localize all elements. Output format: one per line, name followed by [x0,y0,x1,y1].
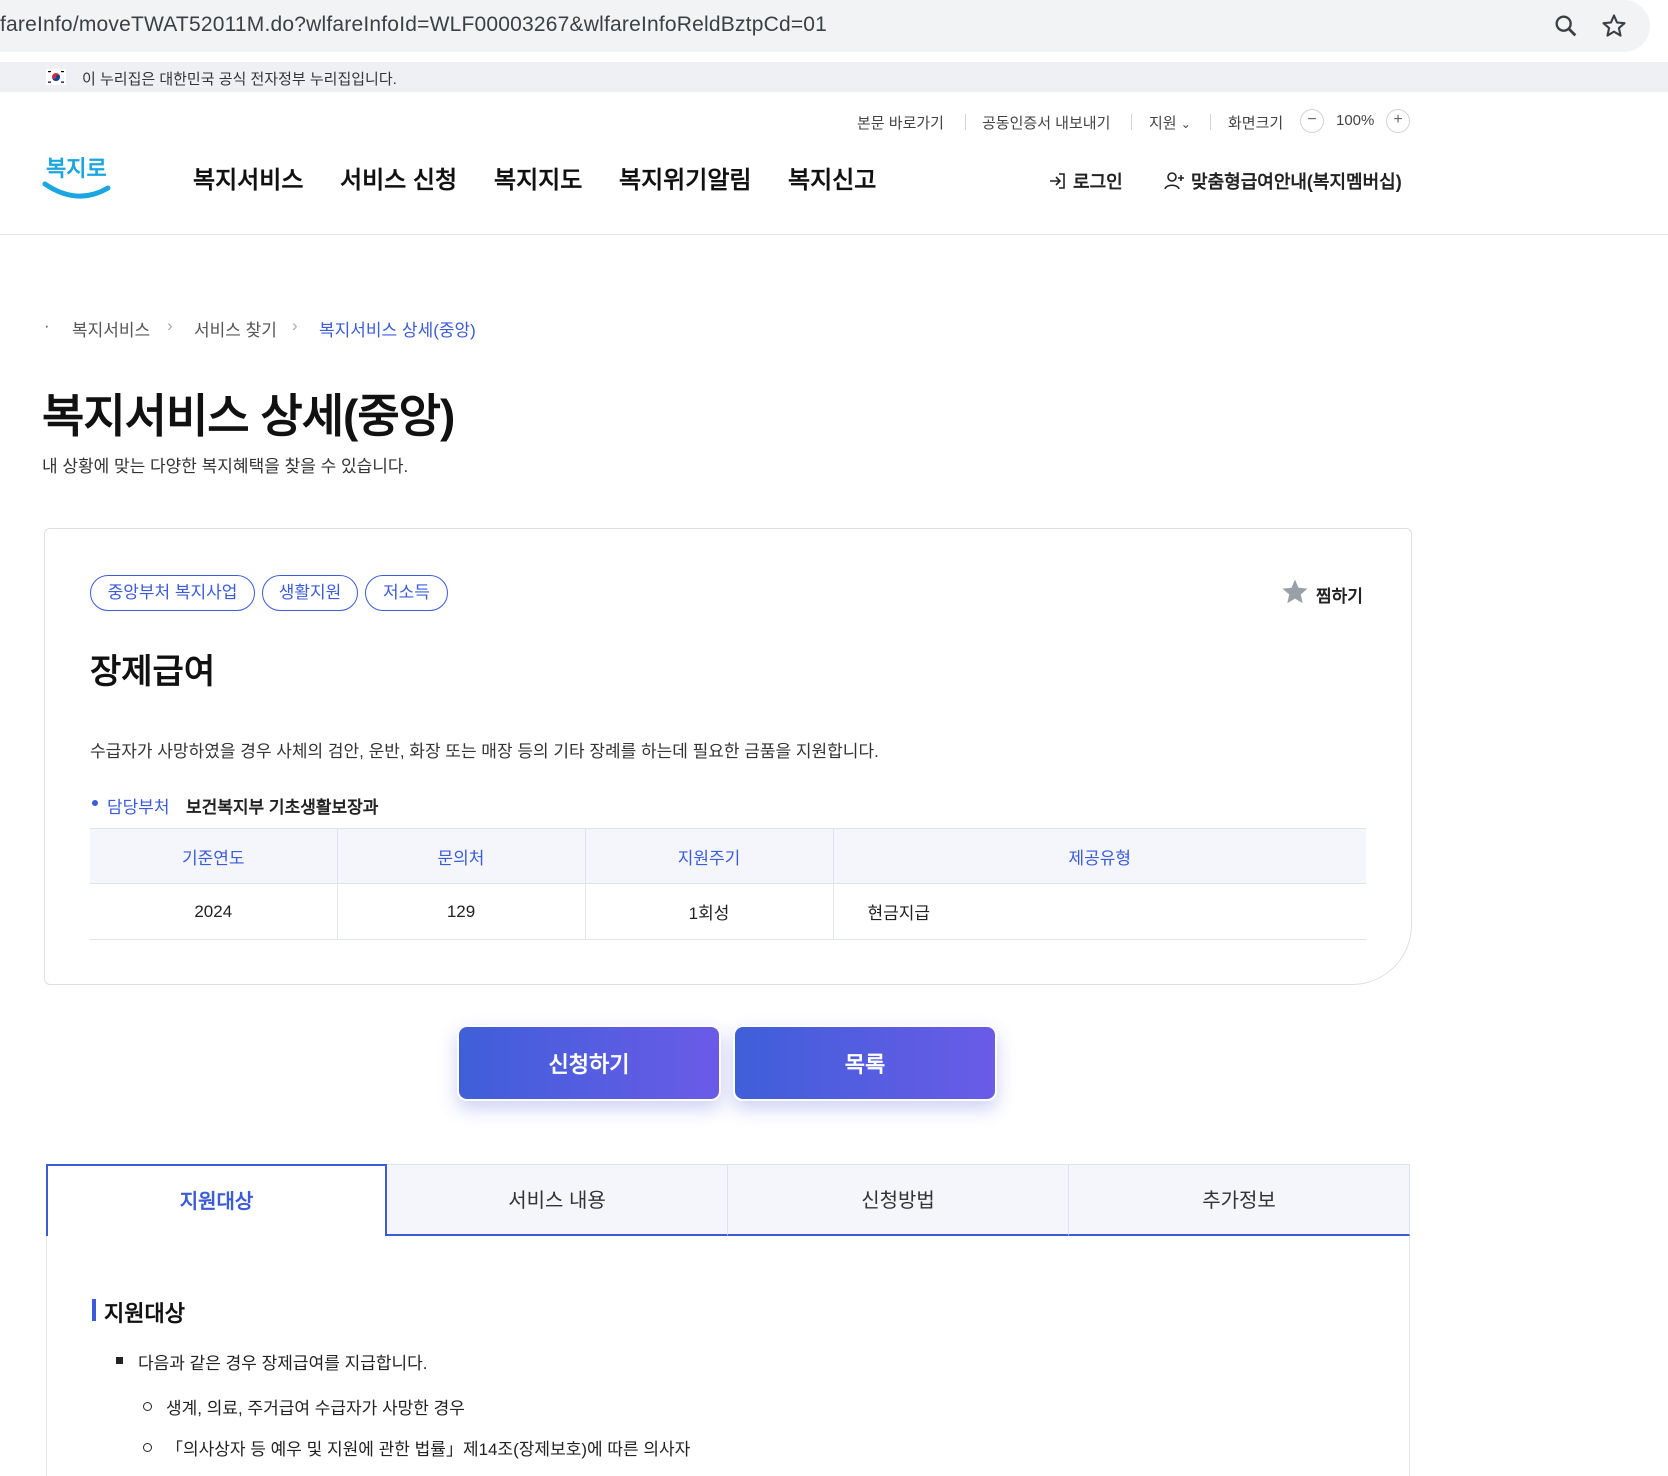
cell-year: 2024 [90,883,338,940]
cell-contact: 129 [337,883,586,940]
tag-central-ministry[interactable]: 중앙부처 복지사업 [90,575,255,611]
browser-toolbar: fareInfo/moveTWAT52011M.do?wlfareInfoId=… [0,0,1668,56]
page-subtitle: 내 상황에 맞는 다양한 복지혜택을 찾을 수 있습니다. [42,457,409,476]
bookmark-star-icon[interactable] [1600,12,1628,40]
detail-tabs: 지원대상 서비스 내용 신청방법 추가정보 [46,1164,1410,1236]
col-header-type: 제공유형 [833,828,1366,884]
header-divider [0,234,1668,235]
logo-text: 복지로 [46,157,107,182]
col-header-cycle: 지원주기 [585,828,834,884]
page-title: 복지서비스 상세(중앙) [42,390,455,442]
cell-cycle: 1회성 [585,883,834,940]
service-info-table: 기준연도 문의처 지원주기 제공유형 2024 129 1회성 현금지급 [90,828,1366,940]
service-title: 장제급여 [90,653,216,691]
gov-banner: 이 누리집은 대한민국 공식 전자정부 누리집입니다. [0,62,1668,92]
gnb-welfare-report[interactable]: 복지신고 [788,160,876,195]
gov-banner-text: 이 누리집은 대한민국 공식 전자정부 누리집입니다. [82,71,397,88]
eligibility-sub-item: 생계, 의료, 주거급여 수급자가 사망한 경우 [166,1399,465,1418]
breadcrumb-item-welfare[interactable]: 복지서비스 [72,316,150,341]
divider [1131,114,1132,130]
tag-living-support[interactable]: 생활지원 [262,575,358,611]
breadcrumb-item-current: 복지서비스 상세(중앙) [319,321,476,340]
zoom-out-button[interactable]: − [1300,109,1324,133]
tab-service-content[interactable]: 서비스 내용 [387,1164,728,1236]
tab-eligibility[interactable]: 지원대상 [46,1164,387,1236]
tab-how-to-apply[interactable]: 신청방법 [728,1164,1069,1236]
korea-flag-icon [46,69,66,85]
membership-label: 맞춤형급여안내(복지멤버십) [1191,172,1402,192]
dept-value: 보건복지부 기초생활보장과 [186,798,379,817]
bullet-square [116,1357,123,1364]
zoom-value: 100% [1336,112,1375,129]
membership-link[interactable]: 맞춤형급여안내(복지멤버십) [1164,168,1402,194]
bullet-circle [143,1402,152,1411]
cell-type: 현금지급 [833,883,1366,940]
gnb-welfare-map[interactable]: 복지지도 [494,160,582,195]
eligibility-bullet: 다음과 같은 경우 장제급여를 지급합니다. [138,1354,428,1373]
zoom-label: 화면크기 [1228,115,1284,132]
gnb-welfare-service[interactable]: 복지서비스 [193,160,303,195]
col-header-contact: 문의처 [337,828,586,884]
breadcrumb-home-dot: · [44,316,50,335]
gnb-service-apply[interactable]: 서비스 신청 [340,160,457,195]
support-menu[interactable]: 지원 ⌄ [1149,112,1191,133]
gnb-crisis-alert[interactable]: 복지위기알림 [619,160,751,195]
bullet-dot [92,800,98,806]
chevron-down-icon: ⌄ [1180,117,1191,131]
url-text[interactable]: fareInfo/moveTWAT52011M.do?wlfareInfoId=… [0,13,827,37]
favorite-button[interactable]: 찜하기 [1316,582,1363,607]
favorite-star-icon[interactable] [1280,574,1310,610]
zoom-in-button[interactable]: + [1386,109,1410,133]
cert-export-link[interactable]: 공동인증서 내보내기 [982,112,1110,133]
chevron-right-icon: › [167,316,173,335]
support-label: 지원 [1149,115,1177,132]
search-icon[interactable] [1552,12,1580,40]
dept-label: 담당부처 [107,798,170,817]
col-header-year: 기준연도 [90,828,338,884]
login-link[interactable]: 로그인 [1048,168,1123,194]
login-label: 로그인 [1073,172,1123,192]
skip-to-content-link[interactable]: 본문 바로가기 [857,112,944,133]
bullet-circle [143,1443,152,1452]
user-plus-icon [1164,172,1184,190]
service-description: 수급자가 사망하였을 경우 사체의 검안, 운반, 화장 또는 매장 등의 기타… [90,742,879,761]
bokjiro-logo[interactable]: 복지로 [42,144,112,204]
section-title-bar [92,1299,96,1321]
tag-low-income[interactable]: 저소득 [365,575,448,611]
list-button[interactable]: 목록 [733,1025,997,1101]
tab-additional-info[interactable]: 추가정보 [1069,1164,1410,1236]
login-icon [1050,173,1065,189]
eligibility-sub-item: 「의사상자 등 예우 및 지원에 관한 법률」제14조(장제보호)에 따른 의사… [166,1440,691,1459]
divider [1210,114,1211,130]
divider [965,114,966,130]
chevron-right-icon: › [292,316,298,335]
section-title: 지원대상 [104,1301,185,1326]
table-header-row: 기준연도 문의처 지원주기 제공유형 [90,828,1366,884]
address-bar[interactable]: fareInfo/moveTWAT52011M.do?wlfareInfoId=… [0,0,1650,52]
breadcrumb-item-search[interactable]: 서비스 찾기 [194,316,277,341]
apply-button[interactable]: 신청하기 [457,1025,721,1101]
table-row: 2024 129 1회성 현금지급 [90,883,1366,940]
